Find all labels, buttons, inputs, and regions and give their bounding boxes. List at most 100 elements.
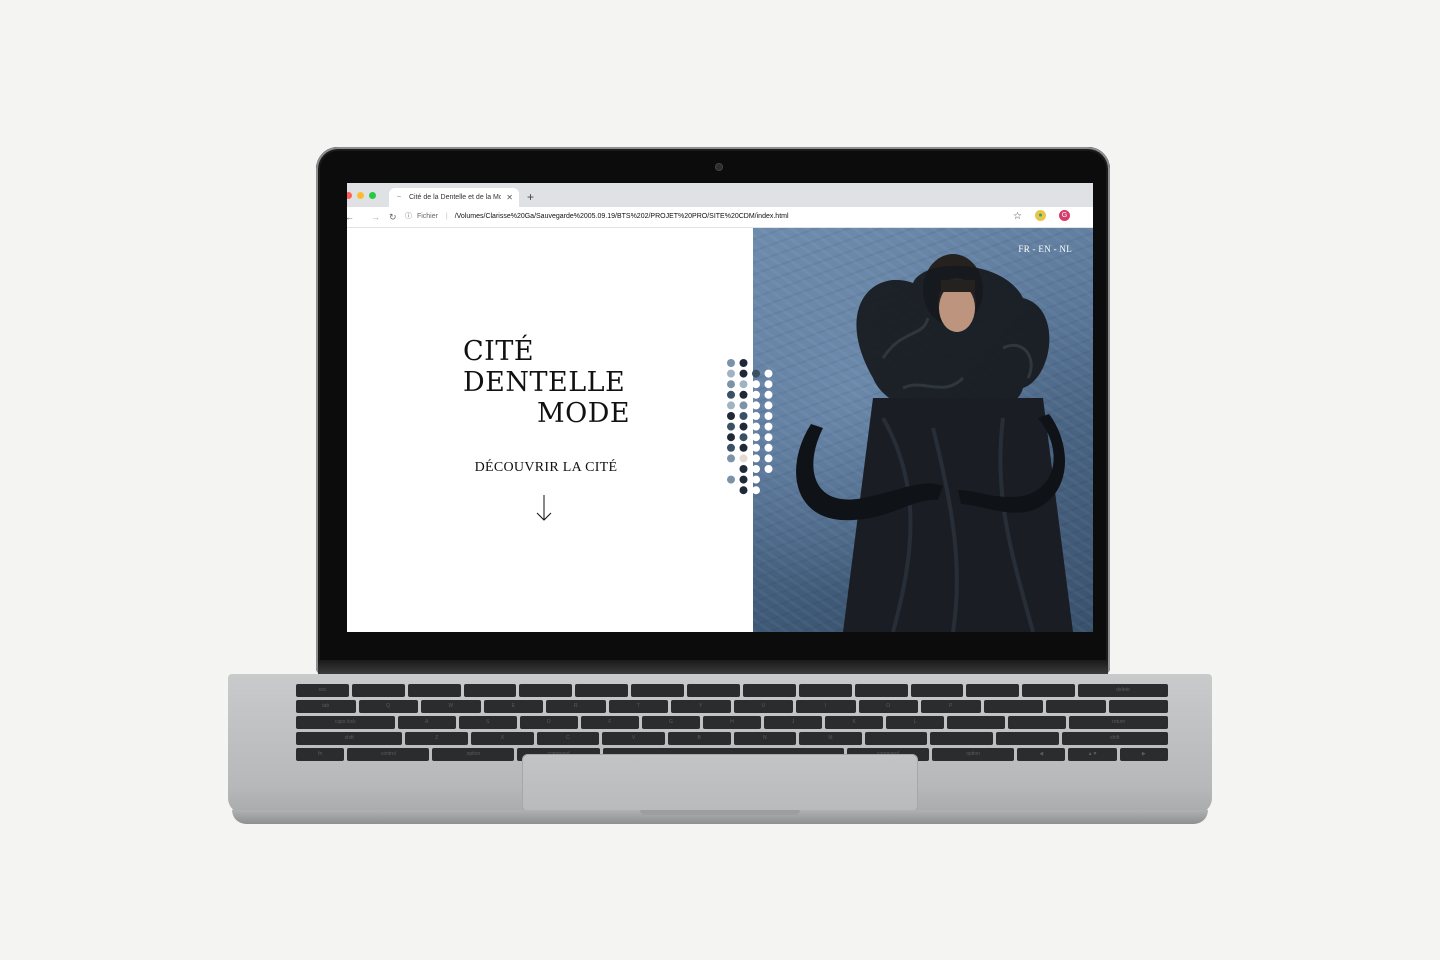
decorative-dot bbox=[752, 380, 760, 389]
decorative-dot bbox=[727, 359, 735, 367]
profile-avatar[interactable]: G bbox=[1059, 210, 1070, 221]
window-minimize-icon[interactable] bbox=[357, 192, 364, 199]
url-separator: | bbox=[445, 213, 448, 220]
url-scheme: Fichier bbox=[416, 213, 438, 220]
keyboard-key: U bbox=[733, 700, 793, 713]
decorative-dot bbox=[752, 369, 760, 378]
keyboard-key: M bbox=[799, 732, 862, 745]
keyboard-key: I bbox=[796, 700, 856, 713]
keyboard-key bbox=[798, 684, 852, 697]
decorative-dot bbox=[739, 465, 748, 473]
keyboard-key: esc bbox=[296, 684, 349, 697]
keyboard-key bbox=[947, 716, 1006, 729]
decorative-dot bbox=[752, 454, 760, 463]
decorative-dot bbox=[764, 422, 773, 431]
keyboard-key: K bbox=[825, 716, 884, 729]
keyboard-key: Y bbox=[671, 700, 731, 713]
decorative-dot bbox=[739, 412, 748, 420]
keyboard-key bbox=[1022, 684, 1076, 697]
decorative-dot bbox=[727, 422, 735, 431]
keyboard-key bbox=[1046, 700, 1106, 713]
laptop-notch bbox=[640, 810, 800, 815]
trackpad bbox=[522, 754, 918, 812]
keyboard-key: fn bbox=[296, 748, 345, 761]
keyboard-key bbox=[1008, 716, 1067, 729]
dot-pattern-decoration bbox=[727, 359, 773, 495]
keyboard-key: R bbox=[546, 700, 606, 713]
keyboard-key bbox=[910, 684, 964, 697]
decorative-dot bbox=[727, 475, 735, 484]
keyboard-key bbox=[407, 684, 461, 697]
laptop-screen: ~ Cité de la Dentelle et de la Mode ✕ + … bbox=[347, 183, 1093, 632]
forward-arrow-icon[interactable]: → bbox=[371, 210, 380, 224]
decorative-dot bbox=[764, 443, 773, 452]
keyboard-key bbox=[966, 684, 1020, 697]
decorative-dot bbox=[764, 401, 773, 410]
decorative-dot bbox=[739, 475, 748, 484]
extension-icon[interactable]: ● bbox=[1035, 210, 1046, 221]
info-icon[interactable]: ⓘ bbox=[405, 213, 412, 220]
camera-icon bbox=[716, 164, 722, 170]
decorative-dot bbox=[764, 454, 773, 463]
keyboard-key bbox=[854, 684, 908, 697]
decorative-dot bbox=[739, 422, 748, 431]
keyboard: esc delete tab Q W E R T Y U I O P caps lock A S D F G H J… bbox=[295, 684, 1169, 761]
decorative-dot bbox=[764, 380, 773, 389]
decorative-dot bbox=[727, 454, 735, 463]
url-field[interactable]: ⓘ Fichier | /Volumes/Clarisse%20Ga/Sauve… bbox=[405, 210, 1015, 224]
tab-close-icon[interactable]: ✕ bbox=[506, 188, 513, 207]
window-zoom-icon[interactable] bbox=[369, 192, 376, 199]
keyboard-key: C bbox=[536, 732, 600, 745]
brand-logo-title: CITÉ DENTELLE MODE bbox=[463, 336, 630, 429]
keyboard-key: A bbox=[397, 716, 456, 729]
keyboard-key bbox=[864, 732, 928, 745]
browser-tab[interactable]: ~ Cité de la Dentelle et de la Mode ✕ bbox=[389, 188, 519, 207]
keyboard-key: L bbox=[886, 716, 945, 729]
decorative-dot bbox=[727, 412, 735, 420]
keyboard-key: T bbox=[608, 700, 668, 713]
discover-city-link[interactable]: DÉCOUVRIR LA CITÉ bbox=[347, 460, 745, 476]
decorative-dot bbox=[727, 401, 735, 410]
title-line-1: CITÉ bbox=[463, 336, 535, 367]
back-arrow-icon[interactable]: ← bbox=[347, 210, 354, 224]
decorative-dot bbox=[739, 443, 748, 452]
decorative-dot bbox=[752, 465, 760, 473]
keyboard-key: delete bbox=[1078, 684, 1168, 697]
keyboard-key: ▲▼ bbox=[1068, 748, 1117, 761]
star-icon[interactable]: ☆ bbox=[1013, 210, 1022, 224]
keyboard-key: Q bbox=[358, 700, 418, 713]
keyboard-key: P bbox=[921, 700, 981, 713]
decorative-dot bbox=[752, 433, 760, 442]
decorative-dot bbox=[752, 486, 760, 495]
language-switcher[interactable]: FR - EN - NL bbox=[1018, 244, 1072, 254]
keyboard-key: O bbox=[858, 700, 918, 713]
keyboard-key: return bbox=[1069, 716, 1169, 729]
hero-left-panel: CITÉ DENTELLE MODE DÉCOUVRIR LA CITÉ bbox=[347, 228, 753, 632]
decorative-dot bbox=[739, 433, 748, 442]
decorative-dot bbox=[727, 390, 735, 399]
decorative-dot bbox=[739, 390, 748, 399]
decorative-dot bbox=[764, 369, 773, 378]
decorative-dot bbox=[727, 443, 735, 452]
keyboard-key: V bbox=[602, 732, 665, 745]
keyboard-key: ◀ bbox=[1017, 748, 1066, 761]
hero-fashion-photo: FR - EN - NL bbox=[753, 228, 1093, 632]
browser-tab-strip: ~ Cité de la Dentelle et de la Mode ✕ + bbox=[347, 183, 1093, 207]
keyboard-key: Z bbox=[405, 732, 469, 745]
new-tab-button[interactable]: + bbox=[527, 188, 534, 207]
reload-icon[interactable]: ↻ bbox=[389, 210, 397, 224]
keyboard-key: S bbox=[458, 716, 517, 729]
decorative-dot bbox=[752, 475, 760, 484]
window-close-icon[interactable] bbox=[347, 192, 352, 199]
keyboard-key bbox=[742, 684, 796, 697]
decorative-dot bbox=[739, 454, 748, 463]
keyboard-key: X bbox=[471, 732, 534, 745]
title-line-2: DENTELLE bbox=[463, 367, 626, 398]
decorative-dot bbox=[752, 412, 760, 420]
keyboard-key: B bbox=[667, 732, 731, 745]
decorative-dot bbox=[752, 390, 760, 399]
arrow-down-icon[interactable] bbox=[535, 494, 553, 522]
title-line-3: MODE bbox=[537, 398, 631, 429]
decorative-dot bbox=[739, 401, 748, 410]
keyboard-key bbox=[983, 700, 1043, 713]
